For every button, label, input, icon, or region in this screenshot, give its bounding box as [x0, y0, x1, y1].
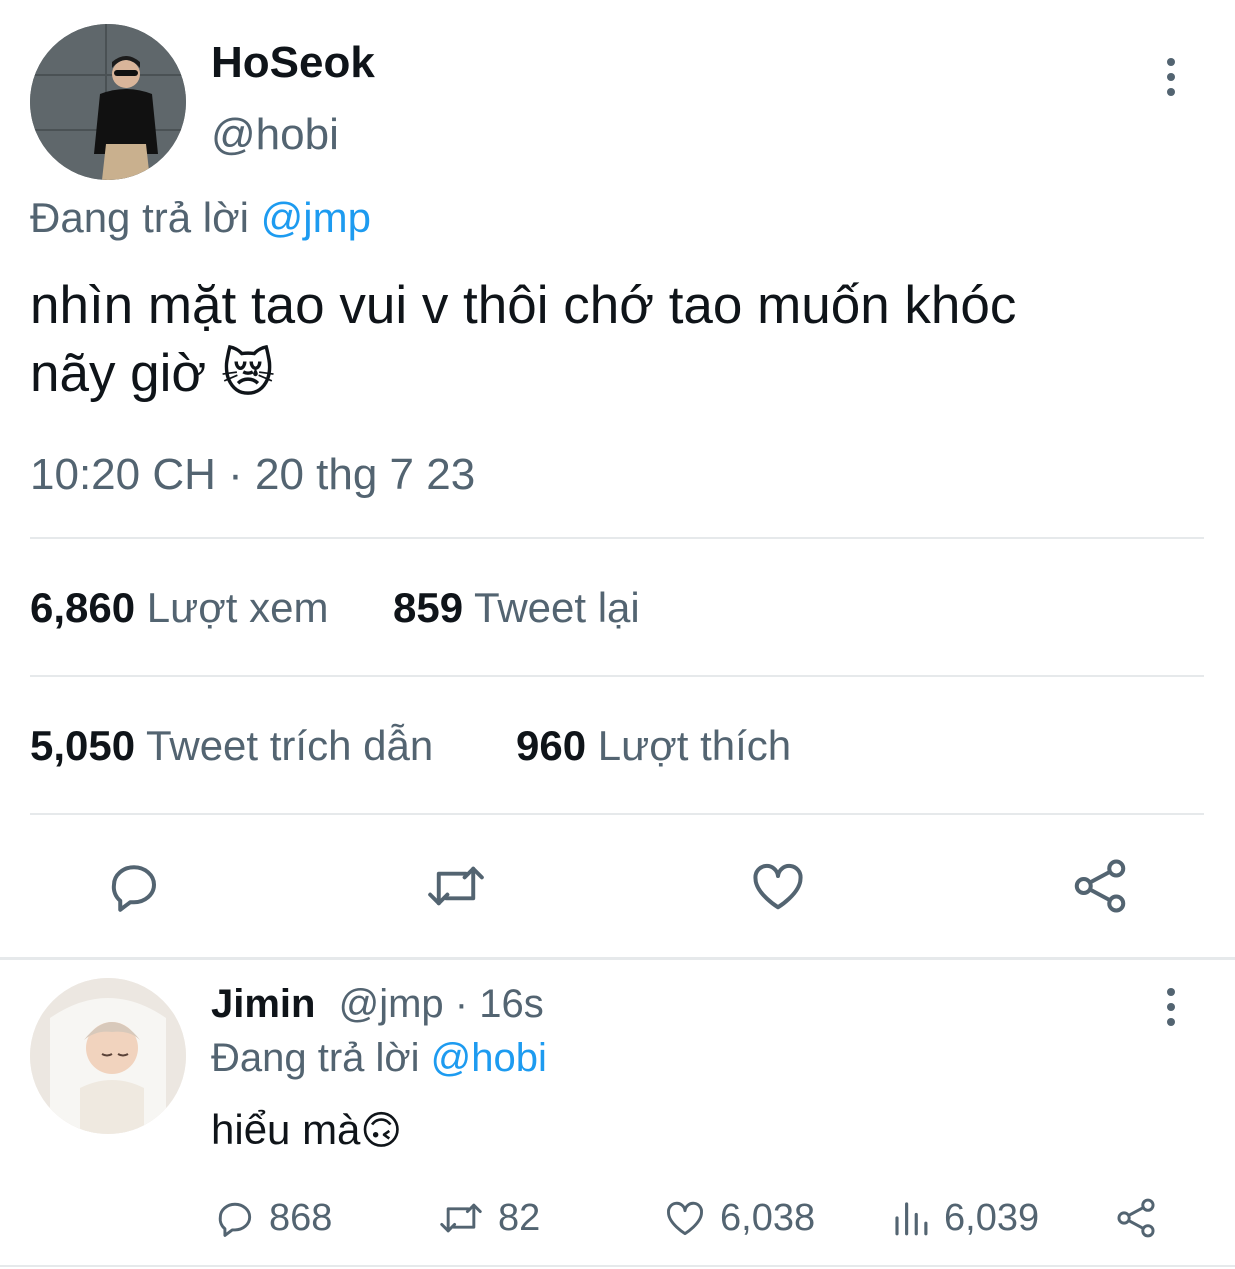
- reply-author-line: Jimin @jmp · 16s: [211, 982, 544, 1027]
- views-count: 6,860: [30, 584, 136, 631]
- reply-views-action[interactable]: 6,039: [890, 1196, 1039, 1240]
- retweet-icon[interactable]: [424, 856, 488, 916]
- tweet-text-line-2: nãy giờ 😿: [30, 340, 1016, 408]
- quotes-count: 5,050: [30, 722, 136, 769]
- reply-views-count: 6,039: [944, 1196, 1040, 1239]
- tweet-text: nhìn mặt tao vui v thôi chớ tao muốn khó…: [30, 272, 1016, 408]
- reply-prefix: Đang trả lời: [30, 194, 249, 241]
- reply-likes-count: 6,038: [720, 1196, 816, 1239]
- heart-icon: [667, 1201, 703, 1236]
- reply-bubble-icon: [218, 1202, 252, 1237]
- views-chart-icon: [895, 1202, 928, 1236]
- tweet-timestamp[interactable]: 10:20 CH · 20 thg 7 23: [30, 450, 475, 500]
- reply-author-avatar[interactable]: [30, 978, 186, 1134]
- bottom-divider: [0, 1265, 1235, 1267]
- reply-replies-count: 868: [269, 1196, 333, 1239]
- divider: [30, 675, 1204, 677]
- likes-label: Lượt thích: [597, 722, 792, 769]
- author-display-name[interactable]: HoSeok: [211, 38, 375, 88]
- reply-text: hiểu mà🙃: [211, 1106, 402, 1154]
- more-vertical-icon[interactable]: [1161, 988, 1181, 1026]
- reply-author-display-name[interactable]: Jimin: [211, 982, 315, 1026]
- more-vertical-icon[interactable]: [1161, 58, 1181, 96]
- retweet-icon: [440, 1203, 482, 1233]
- reply-time[interactable]: · 16s: [455, 982, 544, 1026]
- author-handle[interactable]: @hobi: [211, 110, 339, 160]
- reply-to-link[interactable]: @jmp: [261, 194, 371, 241]
- tweet-text-line-1: nhìn mặt tao vui v thôi chớ tao muốn khó…: [30, 276, 1017, 335]
- reply-retweets-count: 82: [498, 1196, 541, 1239]
- reply-bubble-icon[interactable]: [104, 856, 164, 916]
- quotes-stat[interactable]: 5,050 Tweet trích dẫn: [30, 722, 433, 770]
- views-label: Lượt xem: [146, 584, 329, 631]
- likes-count: 960: [516, 722, 587, 769]
- reply-context: Đang trả lời @hobi: [211, 1036, 547, 1081]
- crying-cat-emoji: 😿: [220, 345, 276, 403]
- reply-author-handle[interactable]: @jmp: [339, 982, 444, 1026]
- reply-prefix: Đang trả lời: [211, 1036, 420, 1080]
- reply-likes-action[interactable]: 6,038: [662, 1196, 815, 1240]
- reply-text-body: hiểu mà: [211, 1106, 361, 1153]
- divider: [30, 537, 1204, 539]
- divider: [30, 813, 1204, 815]
- retweets-stat[interactable]: 859 Tweet lại: [393, 584, 640, 632]
- reply-to-link[interactable]: @hobi: [431, 1036, 547, 1080]
- tweet-text-line-2-text: nãy giờ: [30, 344, 207, 403]
- share-icon[interactable]: [1113, 1196, 1159, 1245]
- heart-icon[interactable]: [747, 856, 809, 916]
- reply-retweets-action[interactable]: 82: [436, 1196, 540, 1240]
- views-stat: 6,860 Lượt xem: [30, 584, 328, 632]
- author-avatar[interactable]: [30, 24, 186, 180]
- upside-down-face-emoji: 🙃: [360, 1109, 403, 1153]
- reply-context: Đang trả lời @jmp: [30, 194, 371, 242]
- reply-replies-action[interactable]: 868: [213, 1196, 332, 1240]
- retweets-count: 859: [393, 584, 464, 631]
- share-icon[interactable]: [1070, 856, 1130, 916]
- thread-separator: [0, 957, 1235, 960]
- likes-stat[interactable]: 960 Lượt thích: [516, 722, 791, 770]
- retweets-label: Tweet lại: [474, 584, 640, 631]
- quotes-label: Tweet trích dẫn: [146, 722, 434, 769]
